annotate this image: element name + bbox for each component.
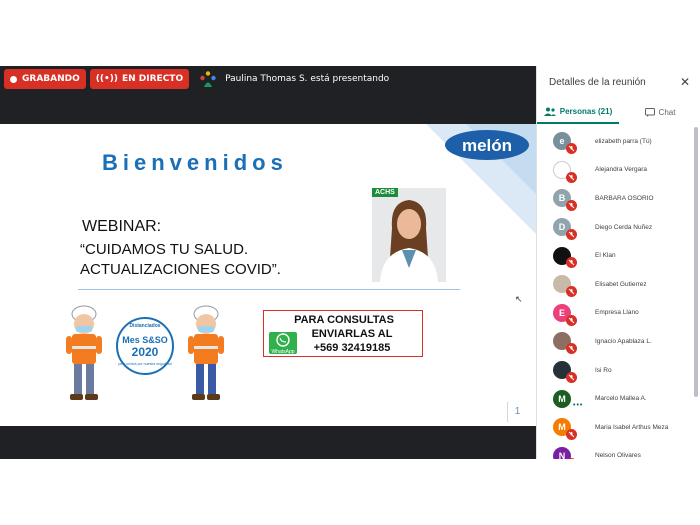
- whatsapp-icon: [276, 333, 290, 347]
- meeting-details-panel: Detalles de la reunión ✕ Personas (21) C…: [536, 66, 700, 459]
- participant-name: Elisabet Gutierrez: [595, 280, 647, 288]
- avatar-initial: B: [558, 193, 566, 204]
- participant-avatar: M: [553, 389, 571, 408]
- participant-row[interactable]: El Klan: [537, 241, 695, 270]
- participant-name: Maria Isabel Arthus Meza: [595, 423, 669, 431]
- avatar-initial: M: [558, 393, 566, 404]
- doctor-illustration-icon: [372, 188, 446, 282]
- presentation-stage: GRABANDO ((•)) EN DIRECTO Paulina Thomas…: [0, 66, 536, 459]
- mic-muted-icon: [566, 285, 577, 297]
- participant-row[interactable]: Isi Ro: [537, 356, 695, 385]
- melon-logo-icon: melón: [445, 130, 529, 160]
- webinar-subtitle: “CUIDAMOS TU SALUD. ACTUALIZACIONES COVI…: [80, 240, 281, 280]
- recording-label: GRABANDO: [22, 74, 80, 84]
- participant-name: Empresa Llano: [595, 309, 639, 317]
- tab-people-label: Personas (21): [559, 106, 613, 116]
- participant-row[interactable]: M Maria Isabel Arthus Meza: [537, 413, 695, 442]
- meet-screen: GRABANDO ((•)) EN DIRECTO Paulina Thomas…: [0, 0, 700, 525]
- safety-workers-illustration-icon: Distanciados Mes S&SO 2020 pero unidos p…: [66, 305, 224, 400]
- avatar-initial: e: [559, 136, 565, 147]
- mic-muted-icon: [566, 143, 577, 154]
- meeting-top-bar: GRABANDO ((•)) EN DIRECTO Paulina Thomas…: [0, 66, 536, 124]
- presenter-text: Paulina Thomas S. está presentando: [225, 74, 390, 84]
- participant-name: Nelson Olivares: [595, 452, 641, 459]
- participant-name: Alejandra Vergara: [595, 166, 648, 174]
- avatar-initial: N: [558, 450, 566, 459]
- people-icon: [543, 107, 556, 116]
- chat-icon: [644, 107, 655, 117]
- participant-name: Ignacio Apablaza L.: [595, 337, 652, 345]
- participant-avatar: N: [553, 446, 571, 459]
- mic-muted-icon: [566, 228, 577, 240]
- subtitle-line-1: “CUIDAMOS TU SALUD.: [80, 241, 249, 258]
- participant-name: Diego Cerda Nuñez: [595, 223, 653, 231]
- live-label: EN DIRECTO: [121, 74, 184, 84]
- mic-muted-icon: [566, 371, 577, 383]
- participant-name: Isi Ro: [595, 366, 612, 374]
- svg-text:melón: melón: [462, 136, 512, 155]
- participant-row[interactable]: E Empresa Llano: [537, 299, 695, 328]
- mic-muted-icon: [566, 200, 577, 212]
- mic-muted-icon: [566, 428, 577, 440]
- participant-row[interactable]: Alejandra Vergara: [537, 156, 695, 185]
- tab-chat[interactable]: Chat: [619, 100, 700, 124]
- record-dot-icon: [10, 75, 17, 83]
- participant-row[interactable]: D Diego Cerda Nuñez: [537, 213, 695, 242]
- panel-tabs: Personas (21) Chat: [537, 100, 700, 124]
- avatar-initial: M: [558, 422, 566, 433]
- participant-list: e elizabeth parra (Tú) Alejandra Vergara B B…: [537, 127, 695, 459]
- participant-scrollbar[interactable]: [694, 127, 698, 397]
- shared-slide: melón Bienvenidos WEBINAR: “CUIDAMOS TU …: [0, 124, 536, 426]
- svg-text:Distanciados: Distanciados: [129, 323, 160, 329]
- achs-badge: ACHS: [372, 188, 398, 197]
- live-badge: ((•)) EN DIRECTO: [89, 69, 190, 89]
- participant-row[interactable]: M ••• Marcelo Mallea A.: [537, 384, 695, 413]
- tab-chat-label: Chat: [658, 107, 676, 117]
- tab-people[interactable]: Personas (21): [537, 100, 619, 124]
- welcome-title: Bienvenidos: [102, 150, 288, 175]
- participant-row[interactable]: Elisabet Gutierrez: [537, 270, 695, 299]
- mic-muted-icon: [566, 314, 577, 326]
- presenter-indicator: Paulina Thomas S. está presentando: [199, 69, 389, 89]
- broadcast-icon: ((•)): [95, 74, 118, 84]
- mic-muted-icon: [566, 257, 577, 269]
- contact-box: PARA CONSULTAS ENVIARLAS AL +569 3241918…: [263, 310, 423, 357]
- avatar-initial: D: [558, 222, 566, 233]
- svg-text:2020: 2020: [132, 345, 159, 359]
- recording-badge: GRABANDO: [4, 69, 86, 89]
- presenter-avatar-icon: [200, 71, 216, 87]
- doctor-photo: [372, 188, 446, 282]
- participant-name: elizabeth parra (Tú): [595, 137, 652, 145]
- svg-text:pero unidos por nuestra seguri: pero unidos por nuestra seguridad: [118, 362, 171, 366]
- participant-row[interactable]: B BARBARA OSORIO: [537, 184, 695, 213]
- slide-page-number: 1: [507, 402, 527, 422]
- participant-row[interactable]: N Nelson Olivares: [537, 442, 695, 459]
- mouse-cursor-icon: ↖: [515, 294, 523, 304]
- participant-name: BARBARA OSORIO: [595, 194, 654, 202]
- whatsapp-logo: WhatsApp: [269, 332, 297, 355]
- speaking-indicator-icon: •••: [573, 402, 584, 410]
- participant-name: El Klan: [595, 252, 616, 260]
- subtitle-line-2: ACTUALIZACIONES COVID”.: [80, 261, 281, 278]
- participant-name: Marcelo Mallea A.: [595, 395, 647, 403]
- whatsapp-label: WhatsApp: [271, 349, 295, 355]
- close-icon[interactable]: ✕: [680, 75, 690, 89]
- avatar-initial: E: [558, 307, 565, 318]
- panel-title: Detalles de la reunión: [549, 77, 646, 88]
- contact-line-1: PARA CONSULTAS: [294, 314, 394, 326]
- mic-muted-icon: [566, 343, 577, 355]
- webinar-label: WEBINAR:: [82, 218, 162, 235]
- participant-row[interactable]: Ignacio Apablaza L.: [537, 327, 695, 356]
- slide-divider: [78, 289, 460, 290]
- participant-row[interactable]: e elizabeth parra (Tú): [537, 127, 695, 156]
- svg-text:Mes S&SO: Mes S&SO: [122, 335, 168, 345]
- mic-muted-icon: [566, 171, 577, 183]
